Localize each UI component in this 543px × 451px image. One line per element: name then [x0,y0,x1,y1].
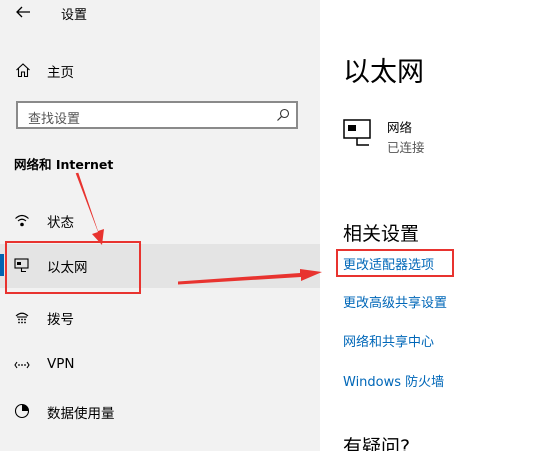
sidebar-item-ethernet[interactable]: 以太网 [0,244,320,288]
sidebar-item-data-usage[interactable]: 数据使用量 [0,390,320,432]
network-status[interactable]: 网络 已连接 [343,115,533,155]
windows-firewall-link[interactable]: Windows 防火墙 [343,371,444,390]
sidebar-item-label: 拨号 [47,312,74,328]
sidebar-item-label: 状态 [47,215,74,231]
vpn-icon [14,361,30,369]
home-icon [16,63,30,78]
sidebar-item-label: VPN [47,356,75,372]
status-icon [15,214,29,227]
change-advanced-sharing-link[interactable]: 更改高级共享设置 [343,292,447,311]
search-icon [277,108,290,121]
network-sharing-center-link[interactable]: 网络和共享中心 [343,331,434,350]
sidebar-item-label: 数据使用量 [47,406,115,422]
sidebar-item-dialup[interactable]: 拨号 [0,296,320,338]
network-name: 网络 [387,120,413,135]
back-arrow-icon[interactable] [14,3,32,21]
sidebar-home[interactable]: 主页 [0,55,320,85]
related-settings-heading: 相关设置 [343,223,420,245]
sidebar-item-vpn[interactable]: VPN [0,344,320,386]
change-adapter-options-link[interactable]: 更改适配器选项 [343,254,434,273]
page-title: 以太网 [343,57,424,88]
network-status-text: 已连接 [387,140,425,155]
sidebar-home-label: 主页 [47,65,74,81]
search-placeholder: 查找设置 [28,112,81,127]
search-input[interactable]: 查找设置 [16,101,298,129]
ethernet-icon [14,258,29,273]
sidebar-item-status[interactable]: 状态 [0,199,320,241]
ethernet-icon [343,119,371,146]
main-panel: 以太网 网络 已连接 相关设置 更改适配器选项 更改高级共享设置 网络和共享中心… [320,0,543,451]
section-heading: 网络和 Internet [14,157,114,172]
window-title: 设置 [61,8,88,23]
sidebar-item-label: 以太网 [47,260,88,276]
help-heading: 有疑问? [343,436,411,451]
data-usage-icon [14,403,30,419]
selection-indicator [0,254,4,276]
dialup-icon [15,312,29,324]
sidebar: 设置 主页 查找设置 网络和 Internet 状态 以太网 拨号 VPN 数据… [0,0,320,451]
